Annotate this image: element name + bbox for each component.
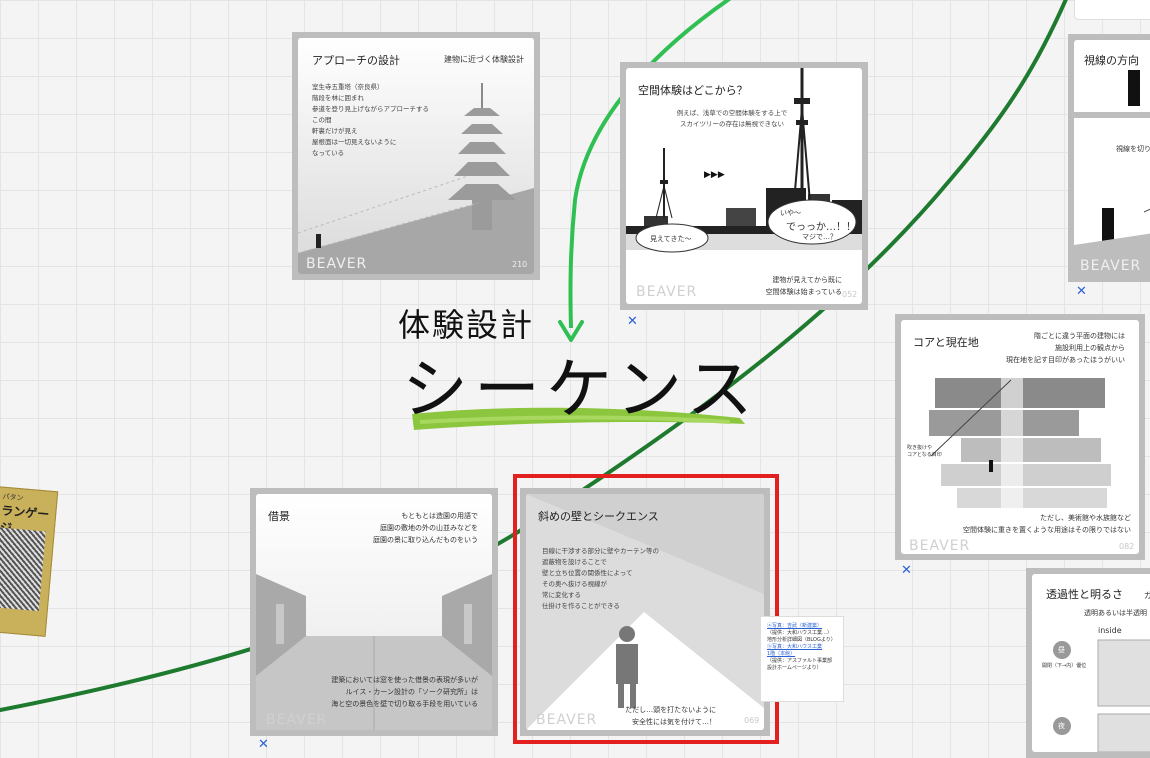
card-number: 210 [512,260,528,269]
card-text: 視線を切り [1116,145,1150,153]
reference-note[interactable]: ⓐ写真：吉武（新建築） （提供：大和ハウス工業…） 地形分析詳細図（BLOGより… [760,616,844,702]
card-caption: ただし、美術館や水族館など 空間体験に重きを置くような用途はその限りではない [963,514,1131,534]
card-title: 視線の方向 [1084,54,1139,67]
beaver-logo: BEAVER [306,256,368,272]
remove-card-gaze-icon[interactable]: ✕ [1076,285,1087,298]
card-gaze-direction[interactable]: 視線の方向 視線を切り BEAVER [1068,34,1150,282]
gaze-illustration [1074,70,1150,276]
card-title: 借景 [268,510,290,523]
inside-label: inside [1098,626,1122,635]
speech-bubble-left: 見えてきた〜 [650,235,692,243]
book-cover-illustration [0,527,46,612]
diagram-label: 吹き抜けや [907,445,933,451]
beaver-logo: BEAVER [536,712,598,728]
beaver-logo: BEAVER [266,712,328,728]
remove-card-core-icon[interactable]: ✕ [901,564,912,577]
card-title: 斜めの壁とシークエンス [538,510,659,523]
card-borrowed-scenery[interactable]: 借景 もともとは造園の用語で 庭園の敷地の外の山並みなどを 庭園の景に取り込んだ… [250,488,498,736]
card-caption: 建築においては窓を使った借景の表現が多いが ルイス・カーン設計の「ソーク研究所」… [331,676,478,708]
card-title: コアと現在地 [913,336,979,349]
small-label: 開閉（下→内）優位 [1042,663,1087,669]
card-title-cut: ガラ [1144,591,1150,600]
card-body: 室生寺五重塔（奈良県） 階段を林に囲まれ 参道を登り見上げながらアプローチする … [312,83,429,157]
card-number: 093 [470,716,486,725]
skyline-illustration [626,68,862,253]
speech-bubble-right-3: マジで…？ [802,233,837,241]
card-transparency[interactable]: 透過性と明るさ ガラ 透明あるいは半透明 inside 開閉（下→内）優位 昼 … [1026,568,1150,758]
night-icon: 夜 [1058,722,1065,730]
card-title: 空間体験はどこから？ [638,84,748,97]
card-slanted-wall[interactable]: 斜めの壁とシークエンス 目線に干渉する部分に壁やカーテン等の 遮蔽物を設けること… [520,488,770,736]
day-icon: 昼 [1058,646,1065,654]
card-subtitle: 透明あるいは半透明 [1084,609,1147,617]
remove-card-space-icon[interactable]: ✕ [627,315,638,328]
card-caption: 建物が見えてから既に 空間体験は始まっている [765,276,842,296]
partial-card-top-right[interactable] [1074,0,1150,20]
card-space-experience[interactable]: 空間体験はどこから？ 例えば、浅草での空間体験をする上で スカイツリーの存在は無… [620,62,868,310]
card-title: 透過性と明るさ [1046,588,1123,601]
card-body: 目線に干渉する部分に壁やカーテン等の 遮蔽物を設けることで 壁と立ち位置の関係性… [542,547,659,610]
card-subtitle: 建物に近づく体験設計 [444,55,524,64]
remove-card-borrowed-icon[interactable]: ✕ [258,738,269,751]
card-body: もともとは造園の用語で 庭園の敷地の外の山並みなどを 庭園の景に取り込んだものを… [373,512,478,544]
beaver-logo: BEAVER [1080,258,1142,274]
diagram-label: コアとなる目印 [907,452,942,458]
speech-bubble-right-2: でっっか…！！ [786,222,856,233]
slanted-wall-illustration [526,494,764,730]
card-body: 階ごとに違う平面の建物には 施設利用上の観点から 現在地を記す目印があったほうが… [1006,332,1125,364]
card-core-location[interactable]: コアと現在地 階ごとに違う平面の建物には 施設利用上の観点から 現在地を記す目印… [895,314,1145,560]
card-caption: ただし…頭を打たないように 安全性には気を付けて…！ [625,706,716,726]
headline-large: シーケンス [402,351,759,428]
arrows-glyph: ▶▶▶ [704,170,725,180]
card-number: 082 [1119,542,1135,551]
card-approach[interactable]: アプローチの設計 建物に近づく体験設計 室生寺五重塔（奈良県） 階段を林に囲まれ… [292,32,540,280]
card-body: 例えば、浅草での空間体験をする上で スカイツリーの存在は無視できない [676,109,788,128]
beaver-logo: BEAVER [909,538,971,554]
beaver-logo: BEAVER [636,284,698,300]
card-number: 052 [842,290,858,299]
card-number: 069 [744,716,760,725]
speech-bubble-right-1: いや〜 [780,209,801,217]
card-title: アプローチの設計 [312,54,400,67]
